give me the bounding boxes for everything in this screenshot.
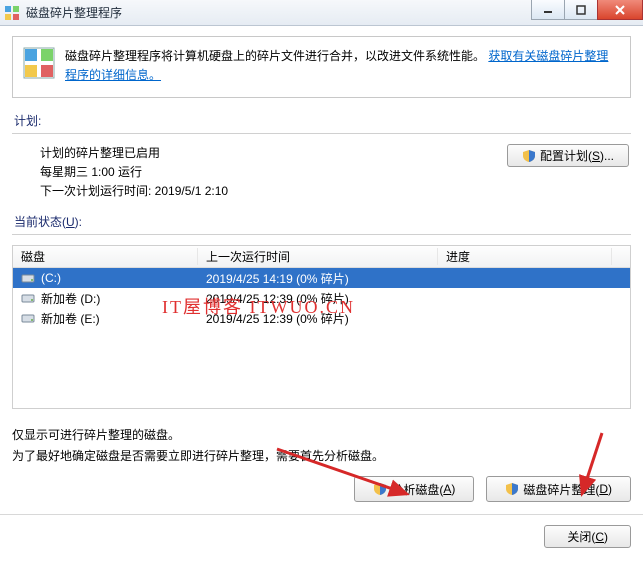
col-progress[interactable]: 进度: [438, 248, 612, 265]
action-row: 分析磁盘(A) 磁盘碎片整理(D): [12, 476, 631, 502]
close-window-button[interactable]: [597, 0, 643, 20]
analyze-disk-button[interactable]: 分析磁盘(A): [354, 476, 474, 502]
maximize-button[interactable]: [564, 0, 598, 20]
window-controls: [532, 0, 643, 20]
last-run: 2019/4/25 12:39 (0% 碎片): [198, 290, 438, 307]
drive-icon: [21, 292, 35, 304]
disk-name: 新加卷 (D:): [41, 290, 100, 307]
window-title: 磁盘碎片整理程序: [26, 4, 122, 21]
col-disk[interactable]: 磁盘: [13, 248, 198, 265]
last-run: 2019/4/25 14:19 (0% 碎片): [198, 270, 438, 287]
divider: [12, 133, 631, 134]
schedule-area: 计划的碎片整理已启用 每星期三 1:00 运行 下一次计划运行时间: 2019/…: [12, 144, 631, 199]
note-line1: 仅显示可进行碎片整理的磁盘。: [12, 425, 631, 445]
table-row[interactable]: 新加卷 (D:) 2019/4/25 12:39 (0% 碎片): [13, 288, 630, 308]
shield-icon: [373, 482, 387, 496]
drive-icon: [21, 312, 35, 324]
shield-icon: [522, 149, 536, 163]
minimize-button[interactable]: [531, 0, 565, 20]
defragment-disk-button[interactable]: 磁盘碎片整理(D): [486, 476, 631, 502]
info-text: 磁盘碎片整理程序将计算机硬盘上的碎片文件进行合并，以改进文件系统性能。 获取有关…: [65, 47, 620, 85]
last-run: 2019/4/25 12:39 (0% 碎片): [198, 310, 438, 327]
shield-icon: [505, 482, 519, 496]
note: 仅显示可进行碎片整理的磁盘。 为了最好地确定磁盘是否需要立即进行碎片整理，需要首…: [12, 425, 631, 466]
schedule-next-text: 下一次计划运行时间: 2019/5/1 2:10: [40, 182, 631, 199]
info-panel: 磁盘碎片整理程序将计算机硬盘上的碎片文件进行合并，以改进文件系统性能。 获取有关…: [12, 36, 631, 98]
disk-name: 新加卷 (E:): [41, 310, 100, 327]
configure-schedule-button[interactable]: 配置计划(S)...: [507, 144, 629, 167]
table-row[interactable]: (C:) 2019/4/25 14:19 (0% 碎片): [13, 268, 630, 288]
disk-name: (C:): [41, 271, 61, 285]
col-last-run[interactable]: 上一次运行时间: [198, 248, 438, 265]
defrag-icon: [23, 47, 55, 79]
titlebar: 磁盘碎片整理程序: [0, 0, 643, 26]
note-line2: 为了最好地确定磁盘是否需要立即进行碎片整理，需要首先分析磁盘。: [12, 446, 631, 466]
schedule-label: 计划:: [14, 112, 631, 129]
table-row[interactable]: 新加卷 (E:) 2019/4/25 12:39 (0% 碎片): [13, 308, 630, 328]
footer: 关闭(C): [0, 514, 643, 558]
status-label: 当前状态(U):: [14, 213, 631, 230]
divider: [12, 234, 631, 235]
list-header: 磁盘 上一次运行时间 进度: [13, 246, 630, 268]
info-description: 磁盘碎片整理程序将计算机硬盘上的碎片文件进行合并，以改进文件系统性能。: [65, 49, 485, 63]
disk-list: 磁盘 上一次运行时间 进度 (C:) 2019/4/25 14:19 (0% 碎片…: [12, 245, 631, 409]
list-body: (C:) 2019/4/25 14:19 (0% 碎片) 新加卷 (D:) 2019/…: [13, 268, 630, 328]
app-icon: [4, 5, 20, 21]
drive-icon: [21, 272, 35, 284]
close-button[interactable]: 关闭(C): [544, 525, 631, 548]
